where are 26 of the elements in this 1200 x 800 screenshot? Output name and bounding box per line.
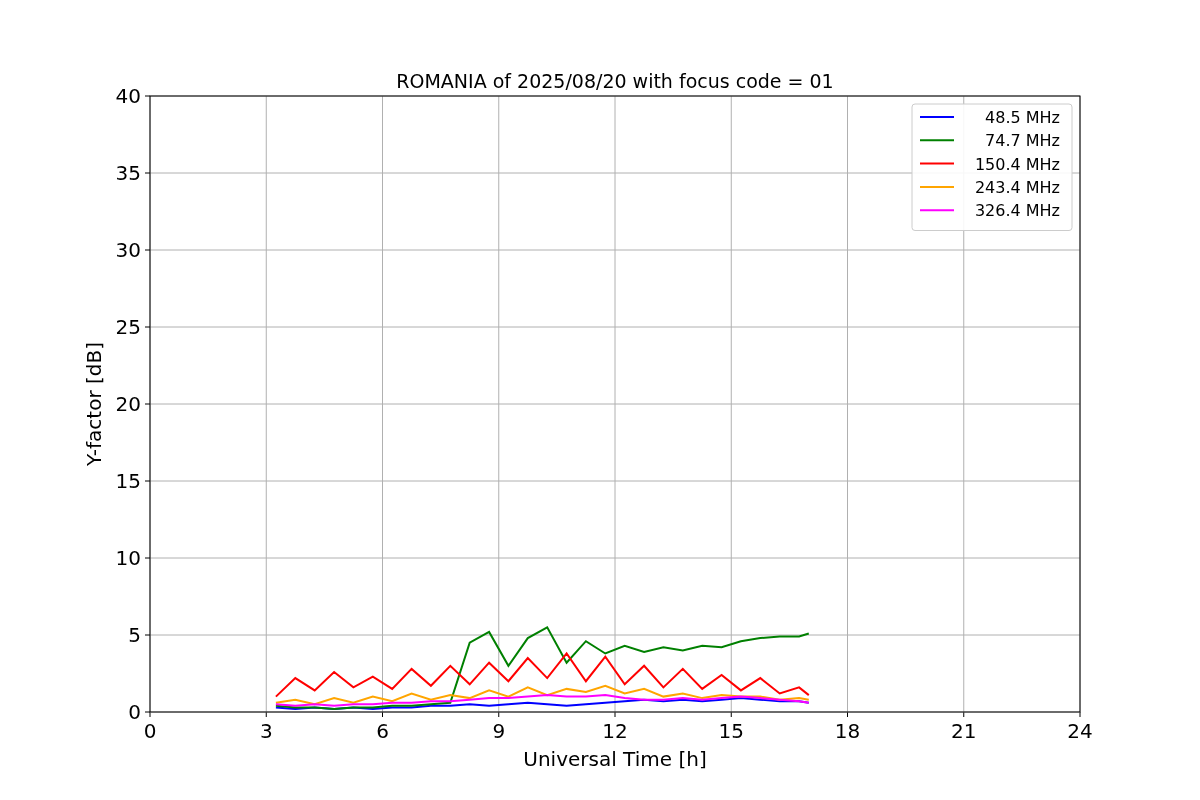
legend-label: 326.4 MHz [974, 201, 1060, 221]
x-tick-label: 24 [1067, 719, 1093, 743]
y-tick-label: 10 [115, 546, 141, 570]
chart-title: ROMANIA of 2025/08/20 with focus code = 01 [396, 70, 834, 92]
y-axis-label: Y-factor [dB] [82, 342, 106, 466]
x-tick-label: 15 [718, 719, 744, 743]
y-tick-label: 30 [115, 238, 141, 262]
legend-label: 150.4 MHz [974, 154, 1060, 174]
y-tick-label: 0 [128, 700, 141, 724]
y-tick-label: 35 [115, 161, 141, 185]
x-tick-label: 3 [259, 719, 273, 743]
legend-label: 243.4 MHz [974, 177, 1060, 197]
y-tick-label: 40 [115, 84, 141, 108]
x-tick-label: 6 [376, 719, 389, 743]
x-tick-label: 18 [834, 719, 861, 743]
x-tick-label: 0 [143, 719, 157, 743]
y-tick-label: 20 [115, 392, 141, 416]
x-axis-label: Universal Time [h] [523, 747, 707, 771]
y-tick-label: 25 [115, 315, 141, 339]
legend-label: 48.5 MHz [985, 108, 1060, 127]
x-tick-label: 9 [492, 719, 506, 743]
legend-label: 74.7 MHz [985, 131, 1060, 151]
x-tick-label: 12 [602, 719, 628, 743]
y-tick-label: 15 [115, 469, 141, 493]
x-tick-label: 21 [951, 719, 977, 743]
y-tick-label: 5 [128, 623, 141, 647]
